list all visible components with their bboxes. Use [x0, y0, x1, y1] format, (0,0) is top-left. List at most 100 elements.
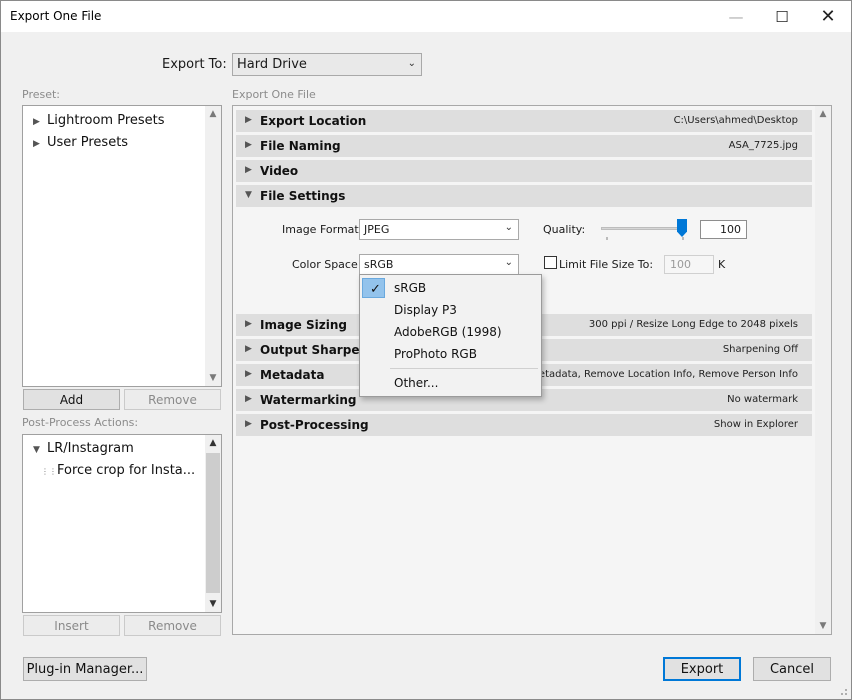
maximize-icon[interactable]: ☐ [759, 1, 805, 32]
scroll-down-icon[interactable]: ▼ [205, 596, 221, 612]
resize-grip-icon[interactable] [838, 686, 848, 696]
section-title: Video [260, 164, 299, 178]
section-summary: All Metadata, Remove Location Info, Remo… [514, 369, 798, 380]
plugin-manager-button[interactable]: Plug-in Manager... [23, 657, 147, 681]
section-summary: C:\Users\ahmed\Desktop [673, 115, 798, 126]
section-file-naming[interactable]: ▶ File Naming ASA_7725.jpg [236, 135, 812, 157]
quality-label: Quality: [543, 223, 586, 236]
export-to-value: Hard Drive [237, 57, 307, 72]
selected-highlight: ✓ [362, 278, 385, 298]
section-title: File Settings [260, 189, 346, 203]
image-format-label: Image Format: [282, 223, 363, 236]
section-post-processing[interactable]: ▶ Post-Processing Show in Explorer [236, 414, 812, 436]
limit-file-size-input[interactable]: 100 [664, 255, 714, 274]
section-summary: Sharpening Off [722, 344, 798, 355]
slider-tick [606, 237, 608, 240]
quality-input[interactable]: 100 [700, 220, 747, 239]
expand-arrow-icon: ▶ [245, 369, 252, 379]
export-to-select[interactable]: Hard Drive ⌄ [232, 53, 422, 76]
expand-arrow-icon: ▶ [245, 165, 252, 175]
remove-preset-button[interactable]: Remove [124, 389, 221, 410]
remove-action-button[interactable]: Remove [124, 615, 221, 636]
scroll-up-icon[interactable]: ▲ [815, 106, 831, 122]
preset-item-user[interactable]: ▶ User Presets [33, 135, 128, 150]
action-icon: ⋮⋮ [41, 467, 57, 476]
section-video[interactable]: ▶ Video [236, 160, 812, 182]
image-format-select[interactable]: JPEG ⌄ [359, 219, 519, 240]
post-process-group-label: LR/Instagram [47, 441, 134, 456]
color-space-option-srgb[interactable]: sRGB [394, 281, 426, 295]
cancel-button[interactable]: Cancel [753, 657, 831, 681]
export-dialog: Export One File — ☐ ✕ Export To: Hard Dr… [0, 0, 852, 700]
color-space-label: Color Space: [292, 258, 362, 271]
collapse-arrow-icon: ▼ [245, 190, 252, 200]
scroll-down-icon[interactable]: ▼ [815, 618, 831, 634]
color-space-option-display-p3[interactable]: Display P3 [394, 303, 457, 317]
post-process-scrollbar[interactable]: ▲ ▼ [205, 435, 221, 612]
limit-unit-label: K [718, 258, 726, 271]
menu-separator [390, 368, 538, 369]
export-to-label: Export To: [162, 57, 227, 72]
panel-caption: Export One File [232, 88, 316, 101]
chevron-down-icon: ⌄ [407, 58, 416, 69]
expand-arrow-icon: ▶ [245, 344, 252, 354]
expand-arrow-icon[interactable]: ▶ [33, 139, 47, 149]
expand-arrow-icon: ▶ [245, 140, 252, 150]
post-process-list[interactable]: ▼ LR/Instagram ⋮⋮Force crop for Insta... … [22, 434, 222, 613]
color-space-option-prophoto[interactable]: ProPhoto RGB [394, 347, 477, 361]
scroll-up-icon[interactable]: ▲ [205, 435, 221, 451]
preset-item-label: Lightroom Presets [47, 113, 165, 128]
image-format-value: JPEG [364, 223, 390, 236]
chevron-down-icon: ⌄ [504, 257, 513, 268]
title-bar: Export One File — ☐ ✕ [1, 1, 851, 32]
expand-arrow-icon: ▶ [245, 115, 252, 125]
scroll-down-icon[interactable]: ▼ [205, 370, 221, 386]
window-title: Export One File [10, 9, 102, 23]
color-space-value: sRGB [364, 258, 394, 271]
chevron-down-icon: ⌄ [504, 222, 513, 233]
limit-file-size-label: Limit File Size To: [559, 258, 654, 271]
section-title: Watermarking [260, 393, 357, 407]
section-title: Export Location [260, 114, 367, 128]
color-space-menu: ✓ sRGB Display P3 AdobeRGB (1998) ProPho… [359, 274, 542, 397]
preset-item-lightroom[interactable]: ▶ Lightroom Presets [33, 113, 165, 128]
close-icon[interactable]: ✕ [805, 1, 851, 32]
preset-item-label: User Presets [47, 135, 129, 150]
preset-scrollbar[interactable]: ▲ ▼ [205, 106, 221, 386]
section-summary: Show in Explorer [713, 419, 798, 430]
section-title: File Naming [260, 139, 341, 153]
section-title: Image Sizing [260, 318, 347, 332]
expand-arrow-icon: ▶ [245, 394, 252, 404]
expand-arrow-icon[interactable]: ▶ [33, 117, 47, 127]
post-process-group[interactable]: ▼ LR/Instagram [33, 441, 134, 456]
add-preset-button[interactable]: Add [23, 389, 120, 410]
minimize-icon[interactable]: — [713, 1, 759, 32]
color-space-select[interactable]: sRGB ⌄ [359, 254, 519, 275]
slider-tick [682, 237, 684, 240]
post-process-action-label: Force crop for Insta... [57, 463, 196, 478]
color-space-option-adobergb[interactable]: AdobeRGB (1998) [394, 325, 502, 339]
section-title: Metadata [260, 368, 325, 382]
color-space-option-other[interactable]: Other... [394, 376, 438, 390]
limit-file-size-checkbox[interactable] [544, 256, 557, 269]
expand-arrow-icon: ▶ [245, 419, 252, 429]
panel-scrollbar[interactable]: ▲ ▼ [815, 106, 831, 634]
expand-arrow-icon: ▶ [245, 319, 252, 329]
scroll-up-icon[interactable]: ▲ [205, 106, 221, 122]
section-summary: 300 ppi / Resize Long Edge to 2048 pixel… [588, 319, 798, 330]
post-process-label: Post-Process Actions: [22, 416, 139, 429]
export-button[interactable]: Export [663, 657, 741, 681]
section-summary: ASA_7725.jpg [728, 140, 798, 151]
preset-list[interactable]: ▶ Lightroom Presets ▶ User Presets ▲ ▼ [22, 105, 222, 387]
quality-slider-thumb[interactable] [677, 219, 687, 237]
quality-slider-track[interactable] [601, 227, 686, 230]
section-summary: No watermark [727, 394, 798, 405]
section-file-settings[interactable]: ▼ File Settings [236, 185, 812, 207]
section-export-location[interactable]: ▶ Export Location C:\Users\ahmed\Desktop [236, 110, 812, 132]
preset-label: Preset: [22, 88, 61, 101]
insert-action-button[interactable]: Insert [23, 615, 120, 636]
post-process-action[interactable]: ⋮⋮Force crop for Insta... [41, 463, 195, 478]
scroll-thumb[interactable] [206, 453, 220, 593]
section-title: Post-Processing [260, 418, 369, 432]
collapse-arrow-icon[interactable]: ▼ [33, 445, 47, 455]
